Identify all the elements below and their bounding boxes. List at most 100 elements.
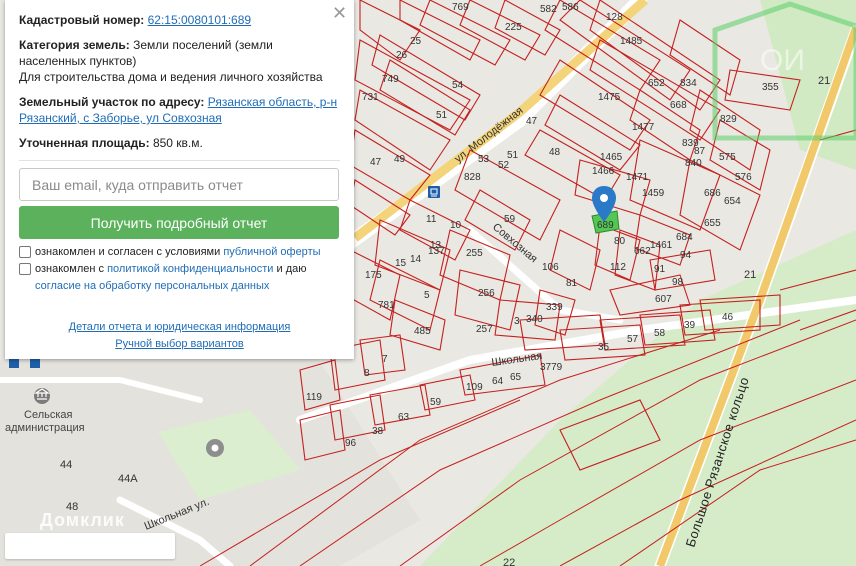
svg-text:91: 91 xyxy=(654,264,666,275)
svg-text:257: 257 xyxy=(476,324,493,335)
svg-text:106: 106 xyxy=(542,262,559,273)
svg-text:64: 64 xyxy=(492,376,504,387)
category-value-1: Земли поселений (земли xyxy=(133,38,273,52)
svg-text:175: 175 xyxy=(365,270,382,281)
svg-text:47: 47 xyxy=(526,116,538,127)
svg-text:1485: 1485 xyxy=(620,36,643,47)
cadastral-number-row: Кадастровый номер: 62:15:0080101:689 xyxy=(19,12,340,28)
svg-text:39: 39 xyxy=(684,320,696,331)
svg-text:63: 63 xyxy=(398,412,410,423)
svg-text:586: 586 xyxy=(562,2,579,13)
svg-text:51: 51 xyxy=(436,110,448,121)
svg-text:137: 137 xyxy=(428,246,445,257)
svg-text:11: 11 xyxy=(426,214,437,225)
poi-admin-line1: Сельская xyxy=(24,409,73,421)
svg-text:3779: 3779 xyxy=(540,362,563,373)
landmark-icon xyxy=(206,439,224,457)
svg-text:15: 15 xyxy=(395,258,407,269)
svg-text:10: 10 xyxy=(450,220,462,231)
address-link-2[interactable]: Рязанский, с Заборье, ул Совхозная xyxy=(19,111,222,125)
svg-text:98: 98 xyxy=(672,277,684,288)
privacy-consent-text-a: ознакомлен с xyxy=(35,263,105,275)
svg-text:829: 829 xyxy=(720,114,737,125)
svg-text:1465: 1465 xyxy=(600,152,623,163)
offer-checkbox[interactable] xyxy=(19,246,31,258)
svg-text:59: 59 xyxy=(504,214,516,225)
svg-text:1471: 1471 xyxy=(626,172,649,183)
divider xyxy=(19,160,340,161)
svg-text:576: 576 xyxy=(735,172,752,183)
svg-text:1461: 1461 xyxy=(650,240,673,251)
svg-text:65: 65 xyxy=(510,372,522,383)
report-details-link[interactable]: Детали отчета и юридическая информация xyxy=(69,319,291,336)
svg-text:684: 684 xyxy=(676,232,693,243)
area-value: 850 кв.м. xyxy=(152,136,203,150)
svg-text:48: 48 xyxy=(549,147,561,158)
government-building-icon xyxy=(34,388,50,404)
svg-text:662: 662 xyxy=(634,246,651,257)
svg-text:119: 119 xyxy=(306,392,322,403)
land-purpose: Для строительства дома и ведения личного… xyxy=(19,70,323,84)
svg-text:1477: 1477 xyxy=(632,122,655,133)
privacy-checkbox[interactable] xyxy=(19,263,31,275)
svg-text:96: 96 xyxy=(345,438,357,449)
svg-text:668: 668 xyxy=(670,100,687,111)
privacy-policy-link[interactable]: политикой конфиденциальности xyxy=(107,263,273,275)
svg-text:112: 112 xyxy=(610,262,626,273)
data-processing-link[interactable]: согласие на обработку персональных данны… xyxy=(35,280,269,292)
category-row: Категория земель: Земли поселений (земли… xyxy=(19,37,340,85)
svg-text:834: 834 xyxy=(680,78,697,89)
info-panel: ✕ Кадастровый номер: 62:15:0080101:689 К… xyxy=(5,0,354,359)
svg-text:81: 81 xyxy=(566,278,578,289)
svg-text:128: 128 xyxy=(606,12,623,23)
svg-text:ОИ: ОИ xyxy=(760,44,805,77)
svg-text:607: 607 xyxy=(655,294,672,305)
poi-admin-line2: администрация xyxy=(5,422,85,434)
address-link-1[interactable]: Рязанская область, р-н xyxy=(208,95,337,109)
svg-text:52: 52 xyxy=(498,160,510,171)
svg-text:44А: 44А xyxy=(118,473,138,485)
svg-text:94: 94 xyxy=(680,250,692,261)
email-input[interactable] xyxy=(19,168,339,201)
svg-text:355: 355 xyxy=(762,82,779,93)
watermark-text: Домклик xyxy=(40,510,125,530)
get-report-button[interactable]: Получить подробный отчет xyxy=(19,206,339,239)
svg-text:652: 652 xyxy=(648,78,665,89)
svg-text:840: 840 xyxy=(685,158,702,169)
svg-text:38: 38 xyxy=(372,426,384,437)
svg-text:14: 14 xyxy=(410,254,422,265)
svg-text:26: 26 xyxy=(396,50,408,61)
public-offer-link[interactable]: публичной оферты xyxy=(223,246,320,258)
svg-text:8: 8 xyxy=(364,368,370,379)
category-label: Категория земель: xyxy=(19,38,130,52)
manual-selection-link[interactable]: Ручной выбор вариантов xyxy=(115,336,243,353)
svg-text:781: 781 xyxy=(378,300,395,311)
svg-text:58: 58 xyxy=(654,328,666,339)
svg-text:53: 53 xyxy=(478,154,490,165)
offer-consent[interactable]: ознакомлен и согласен с условиями публич… xyxy=(19,244,340,261)
close-icon[interactable]: ✕ xyxy=(332,4,347,22)
svg-text:582: 582 xyxy=(540,4,557,15)
svg-text:59: 59 xyxy=(430,397,442,408)
bus-stop-icon xyxy=(428,186,440,198)
privacy-consent-text-b: и даю xyxy=(276,263,307,275)
svg-text:21: 21 xyxy=(744,269,756,281)
svg-text:21: 21 xyxy=(818,75,830,87)
svg-text:49: 49 xyxy=(394,154,406,165)
svg-text:3: 3 xyxy=(514,316,520,327)
svg-text:839: 839 xyxy=(682,138,699,149)
area-label: Уточненная площадь: xyxy=(19,136,150,150)
privacy-consent[interactable]: ознакомлен с политикой конфиденциальност… xyxy=(19,261,340,295)
svg-text:256: 256 xyxy=(478,288,495,299)
svg-text:828: 828 xyxy=(464,172,481,183)
cadastral-number-link[interactable]: 62:15:0080101:689 xyxy=(148,13,251,27)
svg-text:1475: 1475 xyxy=(598,92,621,103)
svg-text:109: 109 xyxy=(466,382,483,393)
svg-text:225: 225 xyxy=(505,22,522,33)
map-search-box[interactable] xyxy=(5,533,175,559)
bottom-links: Детали отчета и юридическая информация Р… xyxy=(19,319,340,353)
svg-text:749: 749 xyxy=(382,74,399,85)
svg-text:80: 80 xyxy=(614,236,626,247)
svg-text:54: 54 xyxy=(452,80,464,91)
svg-text:339: 339 xyxy=(546,302,563,313)
